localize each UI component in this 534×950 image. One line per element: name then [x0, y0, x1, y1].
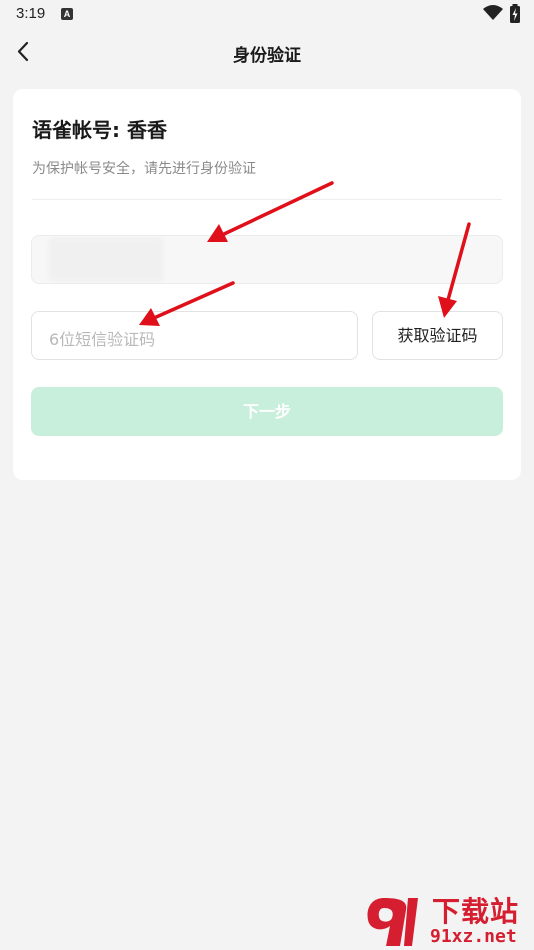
get-code-button[interactable]: 获取验证码: [372, 311, 503, 360]
account-name: 香香: [126, 118, 167, 142]
screen: 3:19 A 身份验证 语雀帐号: 香香 为保护帐号安全，请先进行身份验证 6位…: [0, 0, 534, 950]
a-letter-icon: A: [61, 8, 73, 20]
divider: [32, 199, 502, 200]
blurred-phone-number: [49, 238, 163, 281]
security-hint: 为保护帐号安全，请先进行身份验证: [32, 161, 256, 177]
page-title: 身份验证: [233, 46, 301, 66]
header: 身份验证: [0, 30, 534, 76]
next-step-button[interactable]: 下一步: [31, 387, 503, 436]
phone-number-field[interactable]: [31, 235, 503, 284]
sms-code-placeholder: 6位短信验证码: [49, 330, 156, 349]
watermark-text-top: 下载站: [432, 895, 520, 928]
verification-card: 语雀帐号: 香香 为保护帐号安全，请先进行身份验证 6位短信验证码 获取验证码 …: [13, 89, 521, 480]
sms-code-input[interactable]: 6位短信验证码: [31, 311, 358, 360]
watermark: 下载站 91xz.net: [362, 884, 534, 950]
wifi-icon: [483, 5, 503, 20]
watermark-logo-icon: [367, 898, 418, 946]
watermark-text-bottom: 91xz.net: [430, 926, 517, 947]
battery-icon: [510, 4, 520, 23]
account-label: 语雀帐号:: [32, 118, 127, 142]
status-bar: 3:19 A: [0, 0, 534, 30]
status-time: 3:19: [16, 5, 46, 22]
account-heading: 语雀帐号: 香香: [32, 114, 167, 143]
